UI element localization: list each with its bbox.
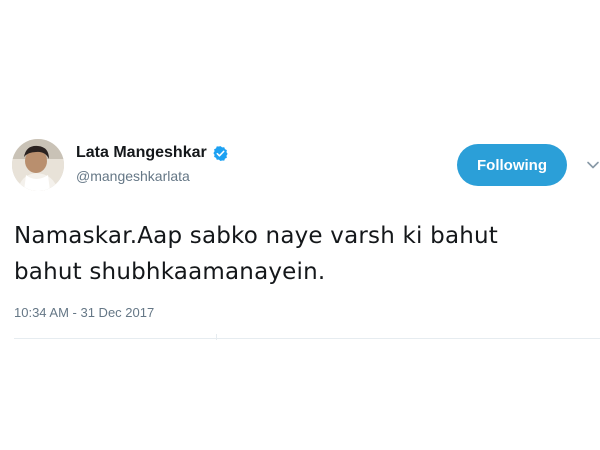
tweet-text-line: Namaskar.Aap sabko naye varsh ki bahut [14, 223, 499, 249]
following-button[interactable]: Following [457, 144, 567, 186]
tweet-text-line: bahut shubhkaamanayein. [14, 259, 326, 285]
author-name-row[interactable]: Lata Mangeshkar [76, 143, 229, 163]
avatar-image [12, 139, 64, 191]
author-handle[interactable]: @mangeshkarlata [76, 167, 190, 185]
verified-badge-icon [212, 145, 229, 162]
tweet-card: Lata Mangeshkar @mangeshkarlata Followin… [0, 0, 600, 450]
divider-tick [216, 334, 217, 340]
tweet-text: Namaskar.Aap sabko naye varsh ki bahut b… [14, 218, 584, 290]
display-name[interactable]: Lata Mangeshkar [76, 143, 207, 163]
tweet-timestamp[interactable]: 10:34 AM - 31 Dec 2017 [14, 305, 154, 320]
divider [14, 338, 600, 339]
avatar[interactable] [12, 139, 64, 191]
chevron-down-icon[interactable] [586, 159, 600, 171]
